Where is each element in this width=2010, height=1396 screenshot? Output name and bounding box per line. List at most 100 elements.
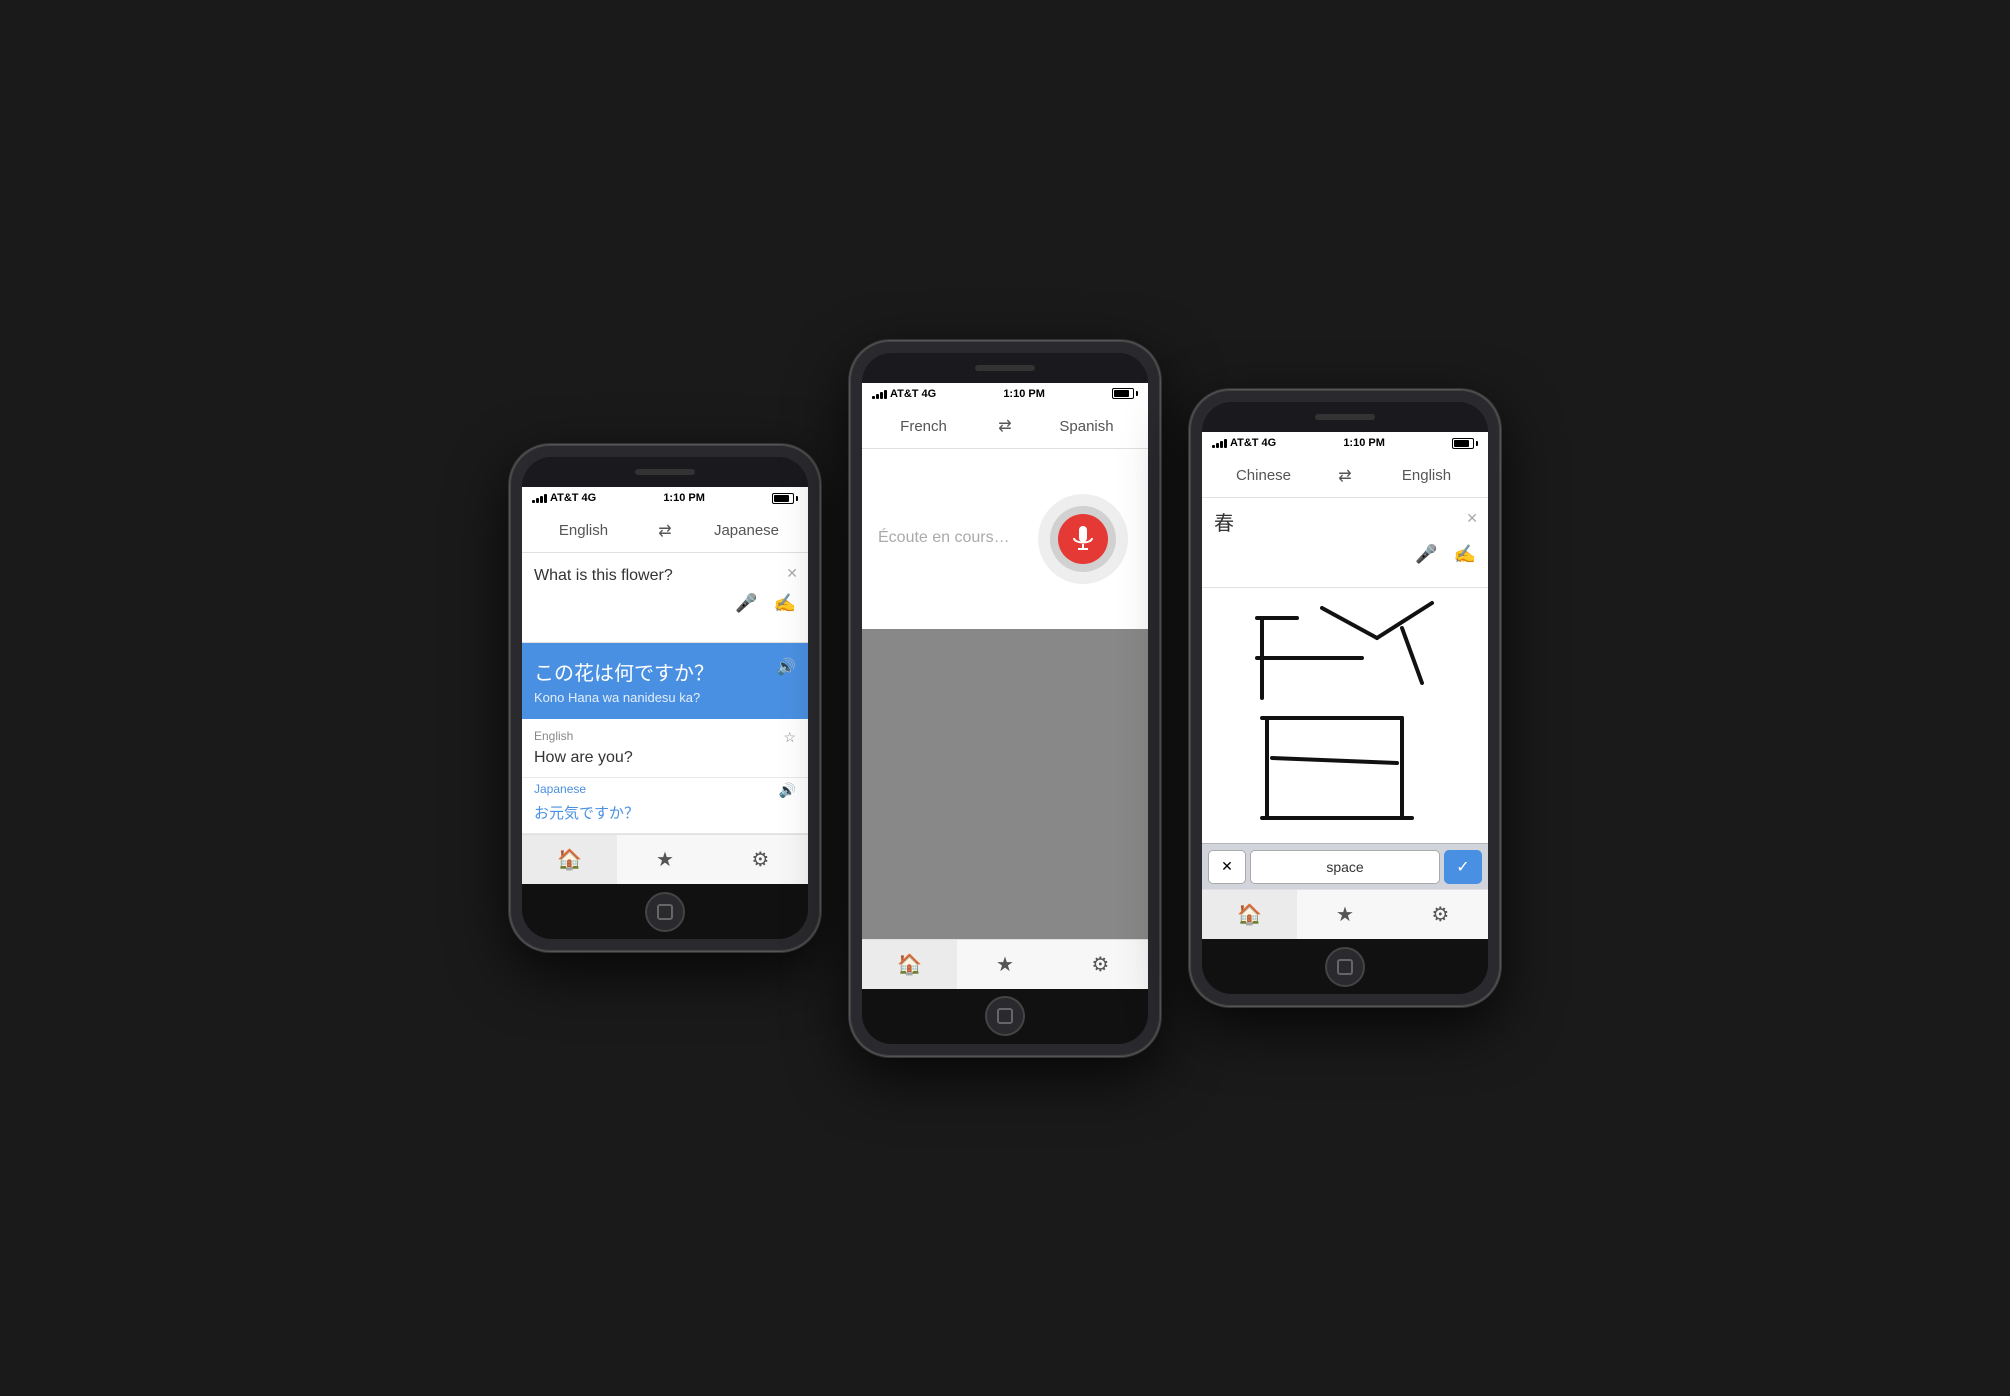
lang-swap-3[interactable]: ⇄ [1325,466,1365,486]
battery-2 [1112,388,1138,399]
signal-bar [1216,443,1219,448]
lang-to-3[interactable]: English [1365,454,1488,497]
status-left-1: AT&T 4G [532,492,596,504]
carrier-2: AT&T [890,388,919,400]
confirm-key-3[interactable]: ✓ [1444,850,1482,884]
nav-settings-1[interactable]: ⚙ [713,835,808,884]
bottom-nav-3: 🏠 ★ ⚙ [1202,889,1488,939]
lang-to-1[interactable]: Japanese [685,509,808,552]
history-source-text-1: How are you? [534,749,796,767]
star-icon-1[interactable]: ☆ [783,729,796,746]
history-sound-icon-1[interactable]: 🔊 [771,782,796,799]
space-label-3: space [1326,859,1363,875]
lang-bar-2: French ⇄ Spanish [862,405,1148,449]
backspace-key-3[interactable]: ✕ [1208,850,1246,884]
lang-from-3[interactable]: Chinese [1202,454,1325,497]
time-3: 1:10 PM [1343,437,1385,449]
carrier-3: AT&T [1230,437,1259,449]
history-lang-source-1: English ☆ [534,729,796,746]
phone-2: AT&T 4G 1:10 PM French ⇄ Spanish Éc [850,341,1160,1056]
signal-bar [880,392,883,399]
history-item-1: English ☆ How are you? [522,719,808,778]
nav-settings-3[interactable]: ⚙ [1393,890,1488,939]
signal-bar [1224,439,1227,448]
phone-speaker-2 [975,365,1035,371]
input-area-3: 春 ✕ 🎤 ✍ [1202,498,1488,588]
translation-main-row-1: この花は何ですか？ 🔊 [534,657,796,686]
battery-body-1 [772,493,794,504]
nav-favorites-2[interactable]: ★ [957,940,1052,989]
mic-button-red-2[interactable] [1058,514,1108,564]
space-key-3[interactable]: space [1250,850,1440,884]
nav-favorites-1[interactable]: ★ [617,835,712,884]
home-button-inner-2 [997,1008,1013,1024]
history-target-text-1: お元気ですか？ [534,802,796,823]
clear-button-1[interactable]: ✕ [786,565,798,582]
time-1: 1:10 PM [663,492,705,504]
handwriting-icon-1[interactable]: ✍ [774,593,796,614]
phone-top-bar-1 [522,457,808,487]
battery-body-3 [1452,438,1474,449]
nav-home-3[interactable]: 🏠 [1202,890,1297,939]
home-button-area-2 [862,989,1148,1044]
signal-bars-3 [1212,438,1227,448]
input-text-1[interactable]: What is this flower? [534,565,796,587]
battery-tip-1 [796,496,798,501]
phone-speaker-1 [635,469,695,475]
lang-bar-1: English ⇄ Japanese [522,509,808,553]
confirm-label-3: ✓ [1456,857,1469,877]
nav-favorites-3[interactable]: ★ [1297,890,1392,939]
phone-top-bar-2 [862,353,1148,383]
home-button-3[interactable] [1325,947,1365,987]
battery-tip-3 [1476,441,1478,446]
lang-to-2[interactable]: Spanish [1025,405,1148,448]
network-1: 4G [582,492,597,504]
lang-swap-1[interactable]: ⇄ [645,521,685,541]
voice-placeholder-2: Écoute en cours… [878,527,1010,549]
voice-ripple-outer-2 [1038,494,1128,584]
nav-home-1[interactable]: 🏠 [522,835,617,884]
phone-speaker-3 [1315,414,1375,420]
translation-main-text-1: この花は何ですか？ [534,657,714,686]
voice-overlay-2: Écoute en cours… [862,449,1148,629]
lang-from-2[interactable]: French [862,405,985,448]
battery-fill-1 [774,495,789,502]
history-translation-item-1: Japanese 🔊 お元気ですか？ [522,778,808,834]
status-left-2: AT&T 4G [872,388,936,400]
home-button-2[interactable] [985,996,1025,1036]
battery-tip-2 [1136,391,1138,396]
backspace-label-3: ✕ [1221,858,1233,875]
status-bar-2: AT&T 4G 1:10 PM [862,383,1148,405]
signal-bar [540,496,543,503]
mic-icon-1[interactable]: 🎤 [735,593,757,614]
signal-bar [876,394,879,399]
voice-ripple-2 [1038,494,1128,584]
phone-top-bar-3 [1202,402,1488,432]
battery-fill-3 [1454,440,1469,447]
nav-home-2[interactable]: 🏠 [862,940,957,989]
input-area-1: What is this flower? ✕ 🎤 ✍ [522,553,808,643]
battery-3 [1452,438,1478,449]
signal-bar [1212,445,1215,448]
signal-bar [532,500,535,503]
clear-button-3[interactable]: ✕ [1466,510,1478,527]
home-button-area-3 [1202,939,1488,994]
lang-from-1[interactable]: English [522,509,645,552]
input-actions-3: 🎤 ✍ [1214,538,1476,565]
handwriting-icon-3[interactable]: ✍ [1454,544,1476,565]
home-button-1[interactable] [645,892,685,932]
battery-fill-2 [1114,390,1129,397]
home-button-inner-1 [657,904,673,920]
nav-settings-2[interactable]: ⚙ [1053,940,1148,989]
home-button-area-1 [522,884,808,939]
input-actions-1: 🎤 ✍ [534,587,796,614]
sound-icon-1[interactable]: 🔊 [768,657,796,677]
carrier-1: AT&T [550,492,579,504]
lang-swap-2[interactable]: ⇄ [985,416,1025,436]
signal-bar [1220,441,1223,448]
mic-icon-3[interactable]: 🎤 [1415,544,1437,565]
handwriting-area-3[interactable] [1202,588,1488,843]
phone-3: AT&T 4G 1:10 PM Chinese ⇄ English 春 [1190,390,1500,1006]
input-text-3[interactable]: 春 [1214,510,1476,538]
signal-bar [536,498,539,503]
